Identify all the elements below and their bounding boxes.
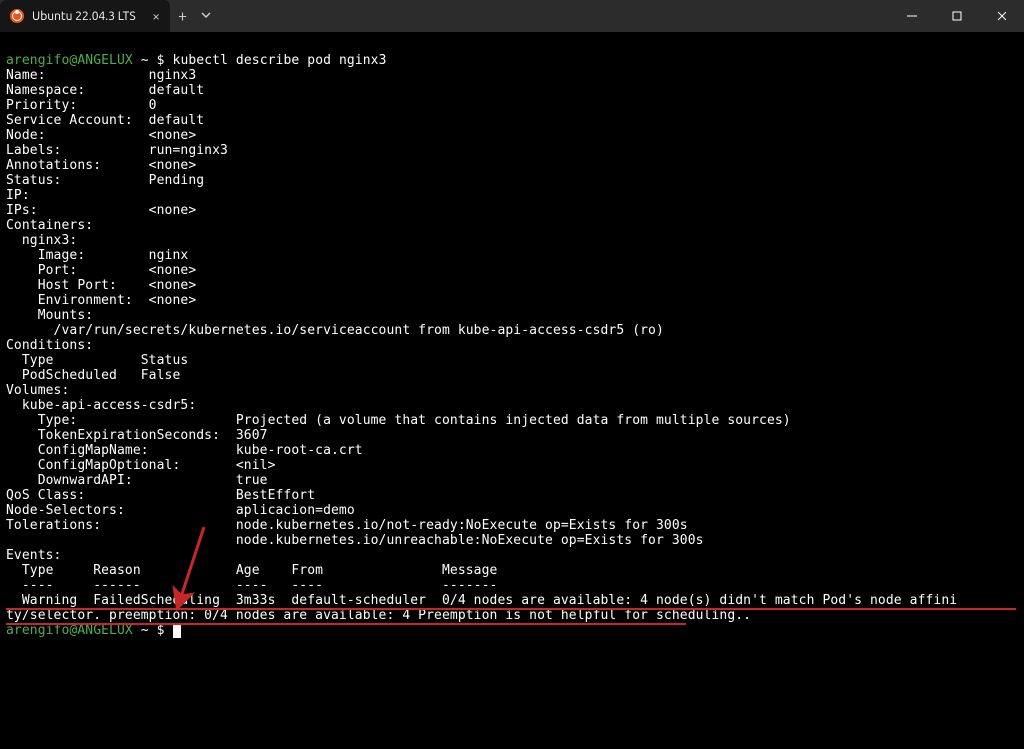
tab-title: Ubuntu 22.04.3 LTS — [32, 10, 136, 23]
annotation-underline-2 — [6, 623, 686, 625]
new-tab-button[interactable]: + — [170, 7, 195, 25]
cursor — [173, 624, 181, 638]
prompt-path-2: ~ — [141, 623, 149, 638]
prompt-dollar: $ — [157, 53, 165, 68]
maximize-button[interactable] — [934, 0, 979, 32]
annotation-underline-1 — [6, 608, 1016, 610]
window-titlebar: Ubuntu 22.04.3 LTS × + — [0, 0, 1024, 32]
prompt-user: arengifo@ANGELUX — [6, 53, 133, 68]
prompt-dollar-2: $ — [157, 623, 165, 638]
command-text: kubectl describe pod nginx3 — [173, 53, 387, 68]
prompt-path: ~ — [141, 53, 149, 68]
window-controls — [889, 0, 1024, 32]
minimize-button[interactable] — [889, 0, 934, 32]
terminal-content[interactable]: arengifo@ANGELUX ~ $ kubectl describe po… — [0, 32, 1024, 749]
close-tab-icon[interactable]: × — [150, 8, 162, 24]
ubuntu-icon — [10, 9, 24, 23]
prompt-user-2: arengifo@ANGELUX — [6, 623, 133, 638]
command-output: Name: nginx3 Namespace: default Priority… — [6, 68, 1018, 623]
tab-dropdown-icon[interactable] — [195, 10, 217, 22]
close-button[interactable] — [979, 0, 1024, 32]
titlebar-tabs: Ubuntu 22.04.3 LTS × + — [0, 0, 217, 32]
terminal-tab[interactable]: Ubuntu 22.04.3 LTS × — [0, 0, 170, 32]
